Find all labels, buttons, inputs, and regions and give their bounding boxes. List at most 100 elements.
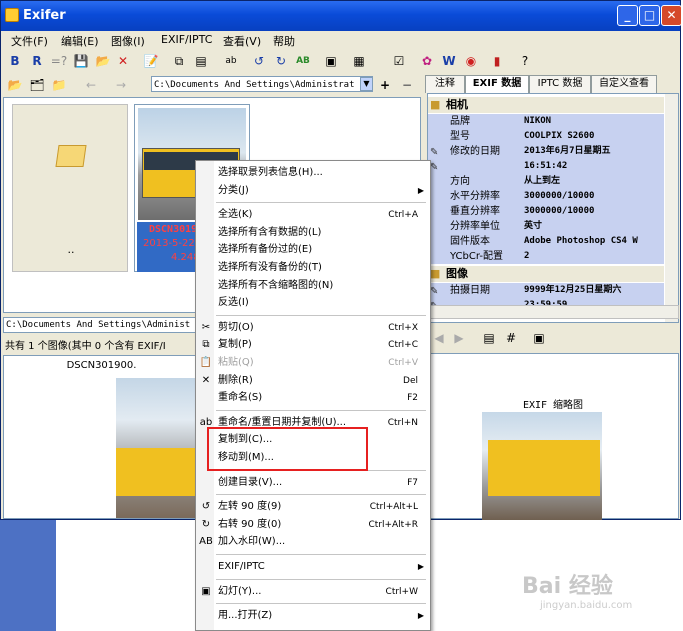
context-menu-item[interactable]: 全选(K) Ctrl+A bbox=[196, 206, 430, 224]
minimize-button[interactable]: _ bbox=[617, 5, 638, 26]
tab-exif-data[interactable]: EXIF 数据 bbox=[465, 75, 529, 93]
folder-up-icon[interactable]: 📁 bbox=[49, 75, 69, 95]
rename-icon[interactable]: ab bbox=[221, 51, 241, 71]
context-menu-item[interactable]: 重命名(S) F2 bbox=[196, 389, 430, 407]
close-button[interactable]: ✕ bbox=[661, 5, 682, 26]
context-menu-item[interactable]: EXIF/IPTC ▶ bbox=[196, 558, 430, 576]
open-folder-small-icon[interactable]: 📂 bbox=[5, 75, 25, 95]
rotate-left-icon[interactable]: ↺ bbox=[249, 51, 269, 71]
exif-key: 方向 bbox=[450, 176, 470, 187]
menu-image[interactable]: 图像(I) bbox=[111, 33, 145, 49]
context-menu-item[interactable]: 创建目录(V)... F7 bbox=[196, 474, 430, 492]
edit-pen-icon: ✎ bbox=[430, 162, 439, 173]
open-folder-icon[interactable]: 📂 bbox=[93, 51, 113, 71]
menu-help[interactable]: 帮助 bbox=[273, 33, 295, 49]
delete-icon[interactable]: ✕ bbox=[113, 51, 133, 71]
exif-row[interactable]: ✎ 修改的日期 2013年6月7日星期五 bbox=[428, 144, 664, 159]
b-icon[interactable]: B bbox=[5, 51, 25, 71]
back-arrow-icon[interactable]: ← bbox=[81, 75, 101, 95]
context-menu-item[interactable]: ▣ 幻灯(Y)... Ctrl+W bbox=[196, 583, 430, 601]
view-mode-icon[interactable]: ▦ bbox=[349, 51, 369, 71]
exif-row[interactable]: 分辨率单位 英寸 bbox=[428, 219, 664, 234]
watermark-icon[interactable]: AB bbox=[293, 51, 313, 71]
web-icon[interactable]: ◉ bbox=[461, 51, 481, 71]
exif-row[interactable]: 型号 COOLPIX S2600 bbox=[428, 129, 664, 144]
tab-strip: 注释 EXIF 数据 IPTC 数据 自定义查看 bbox=[425, 75, 681, 93]
word-icon[interactable]: W bbox=[439, 51, 459, 71]
exif-value: 英寸 bbox=[524, 221, 543, 231]
context-menu-item[interactable]: ✂ 剪切(O) Ctrl+X bbox=[196, 319, 430, 337]
color-icon[interactable]: ✿ bbox=[417, 51, 437, 71]
context-menu-item[interactable]: AB 加入水印(W)... bbox=[196, 533, 430, 551]
menu-item-label: 用...打开(Z) bbox=[218, 610, 273, 622]
menu-item-label: 幻灯(Y)... bbox=[218, 585, 262, 597]
rotate-right-icon[interactable]: ↻ bbox=[271, 51, 291, 71]
maximize-button[interactable]: □ bbox=[639, 5, 660, 26]
edit-icon[interactable]: 📝 bbox=[141, 51, 161, 71]
section-camera[interactable]: ■ 相机 bbox=[428, 97, 664, 113]
exif-row[interactable]: 水平分辨率 3000000/10000 bbox=[428, 189, 664, 204]
slideshow-icon[interactable]: ▣ bbox=[321, 51, 341, 71]
exif-row[interactable]: 固件版本 Adobe Photoshop CS4 W bbox=[428, 234, 664, 249]
exif-row[interactable]: 垂直分辨率 3000000/10000 bbox=[428, 204, 664, 219]
window-icon[interactable]: ▤ bbox=[191, 51, 211, 71]
vertical-scrollbar[interactable] bbox=[665, 94, 678, 322]
menu-exif-iptc[interactable]: EXIF/IPTC bbox=[161, 33, 212, 46]
save-icon[interactable]: 💾 bbox=[71, 51, 91, 71]
thumb-filename: DSCN3019 bbox=[149, 224, 198, 235]
menu-item-label: EXIF/IPTC bbox=[218, 561, 265, 572]
context-menu-item[interactable]: 选择所有不含缩略图的(N) bbox=[196, 277, 430, 295]
exif-row[interactable]: YCbCr-配置 2 bbox=[428, 249, 664, 264]
help-icon[interactable]: ? bbox=[515, 51, 535, 71]
tab-custom-view[interactable]: 自定义查看 bbox=[591, 75, 657, 93]
menu-edit[interactable]: 编辑(E) bbox=[61, 33, 99, 49]
menu-item-label: 删除(R) bbox=[218, 374, 253, 386]
context-menu-item[interactable]: ✕ 删除(R) Del bbox=[196, 372, 430, 390]
tab-iptc-data[interactable]: IPTC 数据 bbox=[529, 75, 591, 93]
context-menu-item[interactable]: 选择所有没有备份的(T) bbox=[196, 259, 430, 277]
plus-icon[interactable]: + bbox=[375, 75, 395, 95]
context-menu-item[interactable]: 用...打开(Z) ▶ bbox=[196, 607, 430, 625]
list-view-icon[interactable]: ▤ bbox=[479, 328, 499, 348]
context-menu-item[interactable]: ⧉ 复制(P) Ctrl+C bbox=[196, 336, 430, 354]
tab-notes[interactable]: 注释 bbox=[425, 75, 465, 93]
exif-row[interactable]: ✎ 16:51:42 bbox=[428, 159, 664, 174]
exif-row[interactable]: ✎ 拍摄日期 9999年12月25日星期六 bbox=[428, 283, 664, 298]
menu-item-label: 右转 90 度(0) bbox=[218, 518, 282, 530]
context-menu-item[interactable]: ↻ 右转 90 度(0) Ctrl+Alt+R bbox=[196, 516, 430, 534]
r-icon[interactable]: R bbox=[27, 51, 47, 71]
context-menu-item[interactable]: ↺ 左转 90 度(9) Ctrl+Alt+L bbox=[196, 498, 430, 516]
context-menu-item[interactable]: 反选(I) bbox=[196, 294, 430, 312]
minus-icon[interactable]: − bbox=[397, 75, 417, 95]
menu-item-label: 反选(I) bbox=[218, 297, 249, 309]
menu-view[interactable]: 查看(V) bbox=[223, 33, 261, 49]
copy-icon[interactable]: ⧉ bbox=[169, 51, 189, 71]
parent-folder-thumb[interactable]: .. bbox=[12, 104, 128, 272]
exit-icon[interactable]: ▮ bbox=[487, 51, 507, 71]
preview-filename: DSCN301900. bbox=[66, 360, 137, 371]
horizontal-scrollbar[interactable] bbox=[427, 305, 679, 319]
equal-question-icon[interactable]: =? bbox=[49, 51, 69, 71]
context-menu: 选择取景列表信息(H)... 分类(J) ▶ 全选(K) Ctrl+A 选择所有含有数据的… bbox=[195, 160, 431, 631]
exif-row[interactable]: 品牌 NIKON bbox=[428, 114, 664, 129]
address-bar: 📂 🗂 📁 ← → C:\Documents And Settings\Admi… bbox=[3, 75, 423, 95]
forward-arrow-icon[interactable]: → bbox=[111, 75, 131, 95]
section-image[interactable]: ■ 图像 bbox=[428, 266, 664, 282]
notes-icon[interactable]: ☑ bbox=[389, 51, 409, 71]
context-menu-item[interactable]: 分类(J) ▶ bbox=[196, 182, 430, 200]
image-view-icon[interactable]: ▣ bbox=[529, 328, 549, 348]
next-icon[interactable]: ▶ bbox=[449, 328, 469, 348]
exif-row[interactable]: 方向 从上到左 bbox=[428, 174, 664, 189]
menu-file[interactable]: 文件(F) bbox=[11, 33, 48, 49]
context-menu-item[interactable]: 选择取景列表信息(H)... bbox=[196, 164, 430, 182]
grid-view-icon[interactable]: # bbox=[501, 328, 521, 348]
main-toolbar: B R =? 💾 📂 ✕ 📝 ⧉ ▤ ab ↺ ↻ AB ▣ ▦ ☑ ✿ W ◉… bbox=[3, 51, 679, 73]
folder-tree-icon[interactable]: 🗂 bbox=[27, 75, 47, 95]
exif-key: 垂直分辨率 bbox=[450, 206, 500, 217]
context-menu-item[interactable]: 选择所有含有数据的(L) bbox=[196, 224, 430, 242]
prev-icon[interactable]: ◀ bbox=[429, 328, 449, 348]
menu-item-icon: AB bbox=[199, 536, 213, 548]
context-menu-item[interactable]: 选择所有备份过的(E) bbox=[196, 241, 430, 259]
chevron-down-icon[interactable]: ▼ bbox=[360, 77, 373, 91]
path-combobox[interactable]: C:\Documents And Settings\Administrat bbox=[151, 76, 373, 92]
